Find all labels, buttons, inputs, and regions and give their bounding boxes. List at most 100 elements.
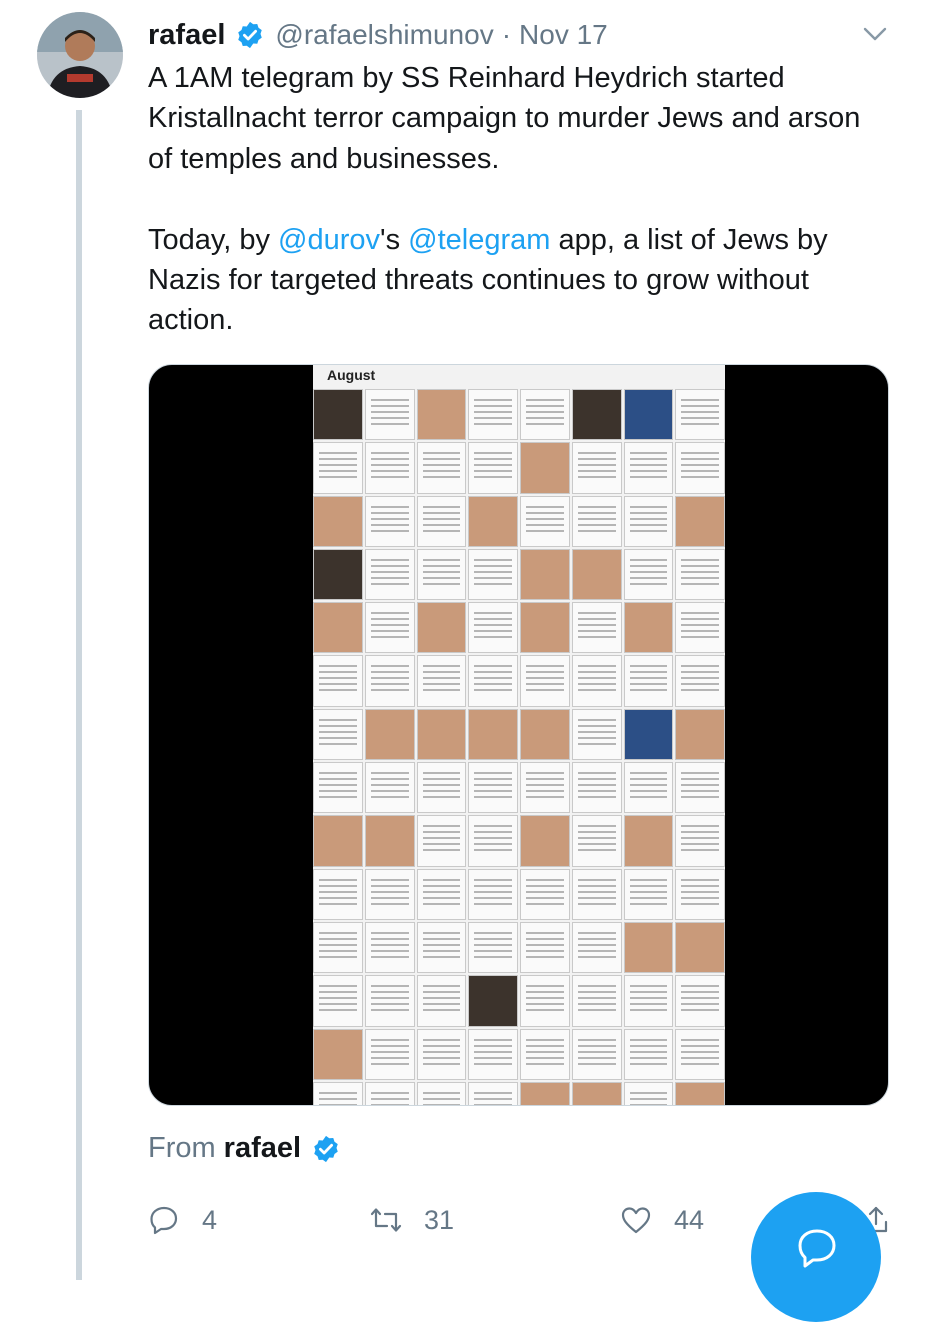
from-attribution[interactable]: From rafael bbox=[148, 1132, 351, 1165]
collage-tile bbox=[520, 602, 570, 654]
collage-tile bbox=[313, 548, 363, 601]
collage-tile bbox=[520, 548, 570, 601]
collage-tile bbox=[520, 495, 570, 547]
chevron-down-icon[interactable] bbox=[860, 22, 890, 48]
collage-tile bbox=[468, 921, 518, 974]
collage-tile bbox=[313, 815, 363, 867]
avatar[interactable] bbox=[37, 12, 123, 98]
collage-tile bbox=[623, 442, 674, 494]
tweet-paragraph-1: A 1AM telegram by SS Reinhard Heydrich s… bbox=[148, 62, 861, 175]
collage-tile bbox=[571, 389, 622, 441]
collage-tile bbox=[468, 602, 518, 654]
collage-tile bbox=[675, 495, 725, 547]
collage-tile bbox=[675, 655, 725, 707]
like-button[interactable]: 44 bbox=[620, 1204, 704, 1236]
author-name[interactable]: rafael bbox=[148, 19, 225, 52]
collage-tile bbox=[468, 868, 518, 920]
collage-tile bbox=[364, 389, 415, 441]
retweet-button[interactable]: 31 bbox=[370, 1204, 454, 1236]
tweet-text: A 1AM telegram by SS Reinhard Heydrich s… bbox=[148, 58, 888, 341]
compose-reply-button[interactable] bbox=[751, 1192, 881, 1322]
tweet-media[interactable]: August bbox=[148, 364, 889, 1106]
retweet-icon bbox=[370, 1208, 402, 1232]
collage-tile bbox=[623, 1028, 674, 1080]
collage-tile bbox=[623, 762, 674, 814]
collage-tile bbox=[571, 548, 622, 601]
collage-tile bbox=[571, 708, 622, 761]
author-handle[interactable]: @rafaelshimunov bbox=[275, 19, 493, 51]
collage-tile bbox=[623, 1081, 674, 1105]
collage-grid bbox=[313, 389, 725, 1105]
collage-tile bbox=[675, 1028, 725, 1080]
collage-tile bbox=[468, 548, 518, 601]
collage-tile bbox=[520, 921, 570, 974]
collage-tile bbox=[571, 762, 622, 814]
mention-telegram[interactable]: @telegram bbox=[408, 224, 550, 256]
collage-tile bbox=[416, 602, 467, 654]
tweet-paragraph-2: Today, by @durov's @telegram app, a list… bbox=[148, 220, 888, 341]
collage-tile bbox=[313, 1028, 363, 1080]
collage-tile bbox=[468, 1081, 518, 1105]
collage-tile bbox=[675, 1081, 725, 1105]
collage-tile bbox=[364, 815, 415, 867]
collage-tile bbox=[520, 442, 570, 494]
reply-button[interactable]: 4 bbox=[148, 1204, 217, 1236]
collage-tile bbox=[364, 868, 415, 920]
avatar-image bbox=[37, 12, 123, 98]
collage-tile bbox=[364, 708, 415, 761]
collage-tile bbox=[416, 1081, 467, 1105]
tweet-header: rafael @rafaelshimunov · Nov 17 bbox=[148, 14, 608, 56]
collage-tile bbox=[520, 655, 570, 707]
heart-icon bbox=[621, 1207, 651, 1234]
collage-tile bbox=[313, 975, 363, 1027]
collage-tile bbox=[364, 1081, 415, 1105]
collage-tile bbox=[313, 762, 363, 814]
from-name: rafael bbox=[223, 1132, 302, 1164]
collage-tile bbox=[416, 921, 467, 974]
collage-tile bbox=[313, 708, 363, 761]
collage-tile bbox=[571, 602, 622, 654]
collage-tile bbox=[313, 389, 363, 441]
collage-tile bbox=[416, 708, 467, 761]
collage-tile bbox=[520, 389, 570, 441]
collage-tile bbox=[416, 975, 467, 1027]
thread-line bbox=[76, 110, 82, 1280]
collage-tile bbox=[468, 1028, 518, 1080]
collage-tile bbox=[416, 442, 467, 494]
collage-tile bbox=[468, 495, 518, 547]
collage-tile bbox=[520, 762, 570, 814]
collage-tile bbox=[675, 442, 725, 494]
collage-tile bbox=[623, 975, 674, 1027]
tweet-date[interactable]: Nov 17 bbox=[519, 19, 608, 51]
collage-tile bbox=[313, 442, 363, 494]
collage-tile bbox=[416, 389, 467, 441]
collage-title: August bbox=[327, 367, 376, 383]
collage-tile bbox=[364, 442, 415, 494]
mention-durov[interactable]: @durov bbox=[278, 224, 380, 256]
collage-tile bbox=[313, 602, 363, 654]
collage-tile bbox=[313, 921, 363, 974]
like-count: 44 bbox=[674, 1204, 705, 1235]
header-separator: · bbox=[501, 19, 512, 50]
collage-tile bbox=[416, 868, 467, 920]
collage-tile bbox=[623, 815, 674, 867]
collage-tile bbox=[520, 708, 570, 761]
collage-tile bbox=[675, 708, 725, 761]
collage-tile bbox=[571, 442, 622, 494]
paragraph-2-prefix: Today, by bbox=[148, 223, 279, 256]
collage-tile bbox=[364, 655, 415, 707]
collage-tile bbox=[416, 815, 467, 867]
collage-tile bbox=[468, 975, 518, 1027]
collage-tile bbox=[623, 548, 674, 601]
collage-tile bbox=[468, 442, 518, 494]
collage-tile bbox=[468, 655, 518, 707]
collage-tile bbox=[468, 389, 518, 441]
collage-tile bbox=[416, 1028, 467, 1080]
verified-badge-icon bbox=[314, 1135, 338, 1162]
collage-tile bbox=[675, 762, 725, 814]
collage-tile bbox=[571, 1028, 622, 1080]
collage-tile bbox=[313, 868, 363, 920]
collage-tile bbox=[623, 655, 674, 707]
collage-tile bbox=[364, 921, 415, 974]
collage-tile bbox=[364, 762, 415, 814]
